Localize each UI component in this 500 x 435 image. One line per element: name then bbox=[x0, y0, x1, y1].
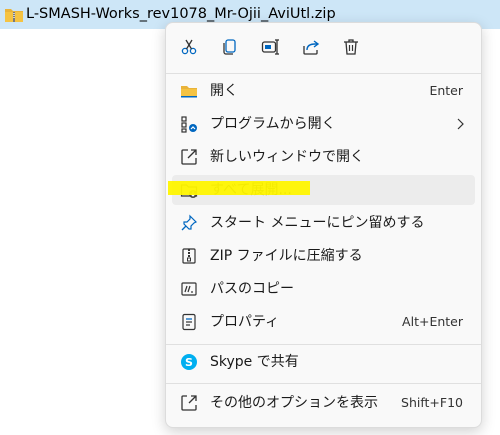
open-with-icon bbox=[181, 116, 197, 133]
pin-icon bbox=[181, 214, 198, 231]
menu-item-open[interactable]: 開く Enter bbox=[172, 76, 475, 106]
menu-item-open-new-window[interactable]: 新しいウィンドウで開く bbox=[172, 142, 475, 172]
file-name[interactable]: L-SMASH-Works_rev1078_Mr-Ojii_AviUtl.zip bbox=[26, 4, 336, 24]
copy-icon bbox=[223, 39, 236, 55]
menu-item-label: 新しいウィンドウで開く bbox=[210, 149, 364, 165]
share-icon bbox=[303, 40, 320, 55]
menu-separator bbox=[166, 344, 481, 345]
compress-icon bbox=[182, 248, 196, 264]
quick-action-toolbar bbox=[166, 23, 481, 71]
menu-separator bbox=[166, 383, 481, 384]
menu-separator bbox=[166, 73, 481, 74]
menu-item-label: Skype で共有 bbox=[210, 354, 299, 370]
delete-button[interactable] bbox=[334, 31, 368, 63]
copy-button[interactable] bbox=[213, 31, 247, 63]
menu-item-shortcut: Alt+Enter bbox=[402, 314, 463, 329]
menu-item-label: スタート メニューにピン留めする bbox=[210, 215, 425, 231]
more-options-icon bbox=[181, 395, 197, 411]
context-menu: 開く Enter プログラムから開く 新しいウィンドウで開く スタート メニュー… bbox=[165, 22, 482, 428]
open-new-window-icon bbox=[181, 149, 197, 165]
folder-open-icon bbox=[181, 86, 197, 98]
delete-icon bbox=[344, 39, 358, 55]
menu-item-more-options[interactable]: その他のオプションを表示 Shift+F10 bbox=[172, 388, 475, 418]
menu-item-label: パスのコピー bbox=[210, 281, 294, 297]
zip-folder-icon bbox=[5, 9, 23, 22]
menu-item-copy-path[interactable]: パスのコピー bbox=[172, 274, 475, 304]
rename-button[interactable] bbox=[254, 31, 288, 63]
cut-icon bbox=[181, 39, 197, 55]
copy-path-icon bbox=[181, 282, 197, 296]
skype-icon: S bbox=[181, 354, 197, 370]
menu-item-label: ZIP ファイルに圧縮する bbox=[210, 248, 363, 264]
menu-item-skype-share[interactable]: S Skype で共有 bbox=[172, 347, 475, 377]
menu-item-label: プロパティ bbox=[210, 314, 280, 330]
cut-button[interactable] bbox=[172, 31, 206, 63]
menu-item-label: その他のオプションを表示 bbox=[210, 395, 378, 411]
menu-item-compress-zip[interactable]: ZIP ファイルに圧縮する bbox=[172, 241, 475, 271]
menu-item-shortcut: Shift+F10 bbox=[401, 395, 463, 410]
menu-item-properties[interactable]: プロパティ Alt+Enter bbox=[172, 307, 475, 337]
menu-item-shortcut: Enter bbox=[429, 83, 463, 98]
properties-icon bbox=[182, 313, 196, 331]
menu-item-label: 開く bbox=[210, 83, 238, 99]
rename-icon bbox=[261, 39, 279, 55]
share-button[interactable] bbox=[294, 31, 328, 63]
menu-item-label: プログラムから開く bbox=[210, 116, 336, 132]
chevron-right-icon bbox=[457, 118, 464, 130]
menu-item-pin-start[interactable]: スタート メニューにピン留めする bbox=[172, 208, 475, 238]
marker-highlight bbox=[168, 181, 310, 195]
menu-item-open-with[interactable]: プログラムから開く bbox=[172, 109, 475, 139]
svg-text:S: S bbox=[185, 356, 193, 369]
